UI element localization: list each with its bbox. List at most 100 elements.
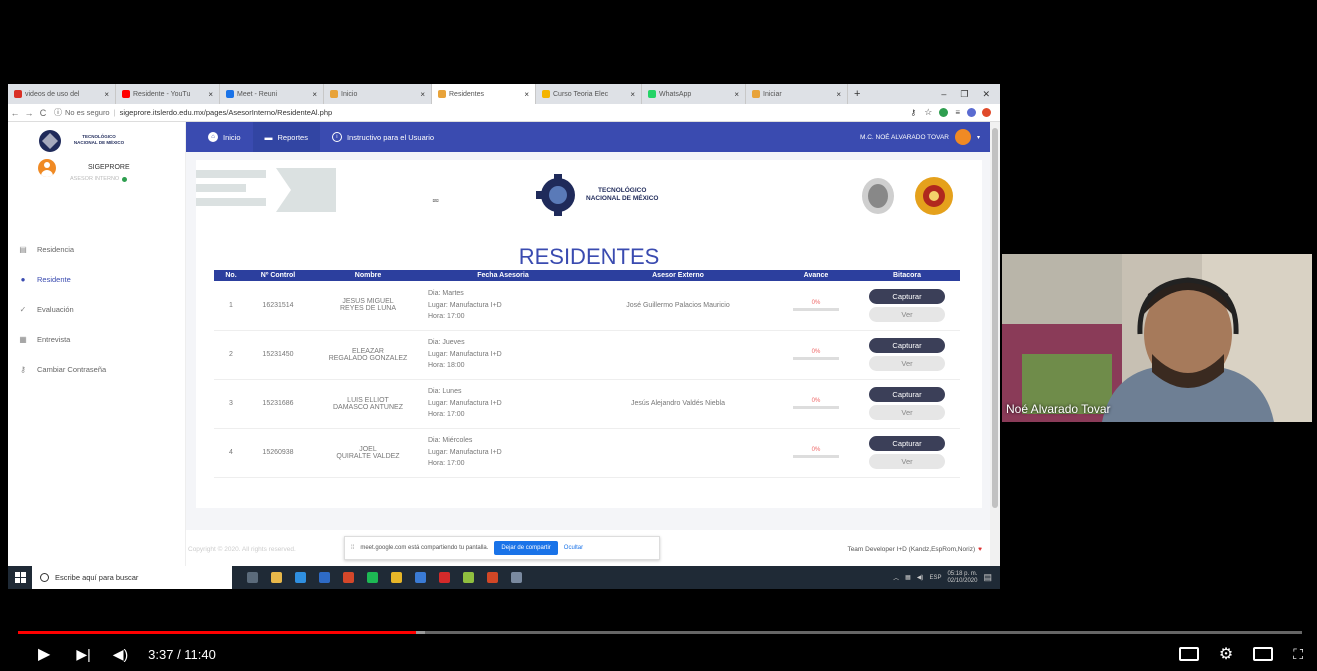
maximize-icon[interactable]: ❐ — [960, 89, 968, 100]
institute-seal-icon — [914, 176, 954, 216]
close-tab-icon[interactable]: × — [312, 90, 317, 99]
share-message: meet.google.com está compartiendo tu pan… — [360, 545, 489, 551]
sidebar-item-residente[interactable]: ● Residente — [18, 274, 71, 284]
fullscreen-icon[interactable]: ⛶ — [1293, 646, 1303, 663]
chrome-icon[interactable] — [384, 566, 408, 589]
sidebar-item-residencia[interactable]: ▤ Residencia — [18, 244, 74, 254]
sidebar-item-entrevista[interactable]: ▦ Entrevista — [18, 334, 70, 344]
extension-red-icon[interactable] — [982, 108, 991, 117]
close-tab-icon[interactable]: × — [524, 90, 529, 99]
capturar-button[interactable]: Capturar — [869, 387, 945, 402]
back-icon[interactable]: ← — [8, 108, 22, 118]
edge-icon[interactable] — [288, 566, 312, 589]
minimize-icon[interactable]: – — [941, 89, 946, 100]
notifications-icon[interactable]: ▤ — [983, 572, 992, 583]
office-icon[interactable] — [336, 566, 360, 589]
ver-button[interactable]: Ver — [869, 405, 945, 420]
student-last-name: DAMASCO ANTUNEZ — [332, 403, 403, 411]
miniplayer-icon[interactable] — [1253, 647, 1274, 661]
advisory-schedule: Dia: Lunes Lugar: Manufactura I+D Hora: 17… — [428, 379, 578, 429]
browser-tab[interactable]: videos de uso del × — [8, 84, 116, 104]
student-name: JESUS MIGUEL REYES DE LUNA — [308, 281, 428, 331]
nav-inicio[interactable]: ⌂ Inicio — [196, 122, 253, 152]
browser-tab-label: Residentes — [449, 90, 485, 98]
residentes-table: No. Nº Control Nombre Fecha Asesoria Asesor … — [214, 270, 960, 478]
snip-icon[interactable] — [504, 566, 528, 589]
ver-button[interactable]: Ver — [869, 454, 945, 469]
extension-green-icon[interactable] — [939, 108, 949, 117]
chart-icon: ▬ — [264, 132, 273, 142]
browser-tab[interactable]: Iniciar × — [746, 84, 848, 104]
windows-start-icon[interactable] — [8, 566, 32, 589]
tray-chevron-icon[interactable]: ︿ — [893, 573, 899, 582]
url-text[interactable]: sigeprore.itslerdo.edu.mx/pages/AsesorIn… — [120, 108, 333, 117]
close-tab-icon[interactable]: × — [734, 90, 739, 99]
user-menu[interactable]: M.C. NOÉ ALVARADO TOVAR ▾ — [860, 129, 990, 145]
settings-gear-icon[interactable]: ⚙ — [1219, 644, 1233, 664]
close-tab-icon[interactable]: × — [836, 90, 841, 99]
next-icon[interactable]: ▶| — [76, 646, 90, 663]
volume-player-icon[interactable]: ◀) — [113, 646, 128, 663]
paint-icon[interactable] — [456, 566, 480, 589]
network-icon[interactable]: ▦ — [905, 574, 911, 581]
close-tab-icon[interactable]: × — [104, 90, 109, 99]
stop-sharing-button[interactable]: Dejar de compartir — [494, 541, 558, 555]
hide-button[interactable]: Ocultar — [564, 545, 583, 551]
subtitles-icon[interactable] — [1178, 647, 1199, 661]
capturar-button[interactable]: Capturar — [869, 288, 945, 304]
capturar-button[interactable]: Capturar — [869, 338, 945, 353]
scrollbar[interactable] — [990, 122, 1000, 566]
progress-track — [793, 357, 839, 360]
share-icon: ⁞⁞ — [351, 545, 355, 551]
progress-track — [793, 406, 839, 409]
powerpoint-icon[interactable] — [480, 566, 504, 589]
app-icon[interactable] — [408, 566, 432, 589]
browser-tab[interactable]: WhatsApp × — [642, 84, 746, 104]
language-indicator[interactable]: ESP — [929, 575, 941, 581]
spotify-icon[interactable] — [360, 566, 384, 589]
browser-window: videos de uso del × Residente - YouTu × Meet… — [8, 84, 1000, 566]
close-window-icon[interactable]: ✕ — [982, 89, 990, 100]
home-icon: ⌂ — [208, 132, 218, 142]
playlist-icon[interactable]: ≡ — [955, 108, 960, 117]
clock-date[interactable]: 02/10/2020 — [947, 578, 977, 585]
banner-logo-line2: NACIONAL DE MÉXICO — [586, 195, 659, 202]
reload-icon[interactable]: C — [36, 108, 50, 118]
ver-button[interactable]: Ver — [869, 356, 945, 371]
volume-icon[interactable]: ◀) — [917, 574, 924, 581]
browser-tab[interactable]: Residente - YouTu × — [116, 84, 220, 104]
browser-tab[interactable]: Residentes × — [432, 84, 536, 104]
store-icon[interactable] — [312, 566, 336, 589]
taskbar-search[interactable]: Escribe aquí para buscar — [32, 566, 232, 589]
sidebar-item-cambiar[interactable]: ⚷ Cambiar Contraseña — [18, 364, 106, 374]
close-tab-icon[interactable]: × — [208, 90, 213, 99]
browser-tab[interactable]: Inicio × — [324, 84, 432, 104]
task-view-icon[interactable] — [240, 566, 264, 589]
capturar-button[interactable]: Capturar — [869, 436, 945, 451]
residentes-card: ⮹ TECNOLÓGICO NACIONAL DE MÉXICO RESIDEN… — [196, 160, 982, 508]
close-tab-icon[interactable]: × — [420, 90, 425, 99]
youtube-icon — [122, 90, 130, 98]
new-tab-icon[interactable]: + — [854, 88, 860, 100]
sidebar-item-evaluación[interactable]: ✓ Evaluación — [18, 304, 74, 314]
forward-icon[interactable]: → — [22, 108, 36, 118]
advisory-time: Hora: 17:00 — [428, 313, 465, 320]
profile-icon[interactable] — [967, 108, 976, 117]
acrobat-icon[interactable] — [432, 566, 456, 589]
ver-button[interactable]: Ver — [869, 306, 945, 322]
video-progress-bar[interactable] — [18, 631, 1302, 634]
browser-tab[interactable]: Curso Teoria Elec × — [536, 84, 642, 104]
advisory-place: Lugar: Manufactura I+D — [428, 448, 502, 456]
play-icon[interactable]: ▶ — [38, 644, 50, 664]
browser-tab[interactable]: Meet - Reuni × — [220, 84, 324, 104]
row-number: 1 — [214, 281, 248, 331]
close-tab-icon[interactable]: × — [630, 90, 635, 99]
nav-reportes[interactable]: ▬ Reportes — [252, 122, 320, 152]
key-icon[interactable]: ⚷ — [910, 108, 916, 117]
clock-time[interactable]: 05:18 p. m. — [947, 571, 977, 578]
file-explorer-icon[interactable] — [264, 566, 288, 589]
grid-icon: ▦ — [19, 334, 27, 344]
nav-instructivo[interactable]: i Instructivo para el Usuario — [320, 122, 446, 152]
progress-value: 0% — [811, 398, 821, 404]
star-icon[interactable]: ☆ — [924, 107, 932, 118]
